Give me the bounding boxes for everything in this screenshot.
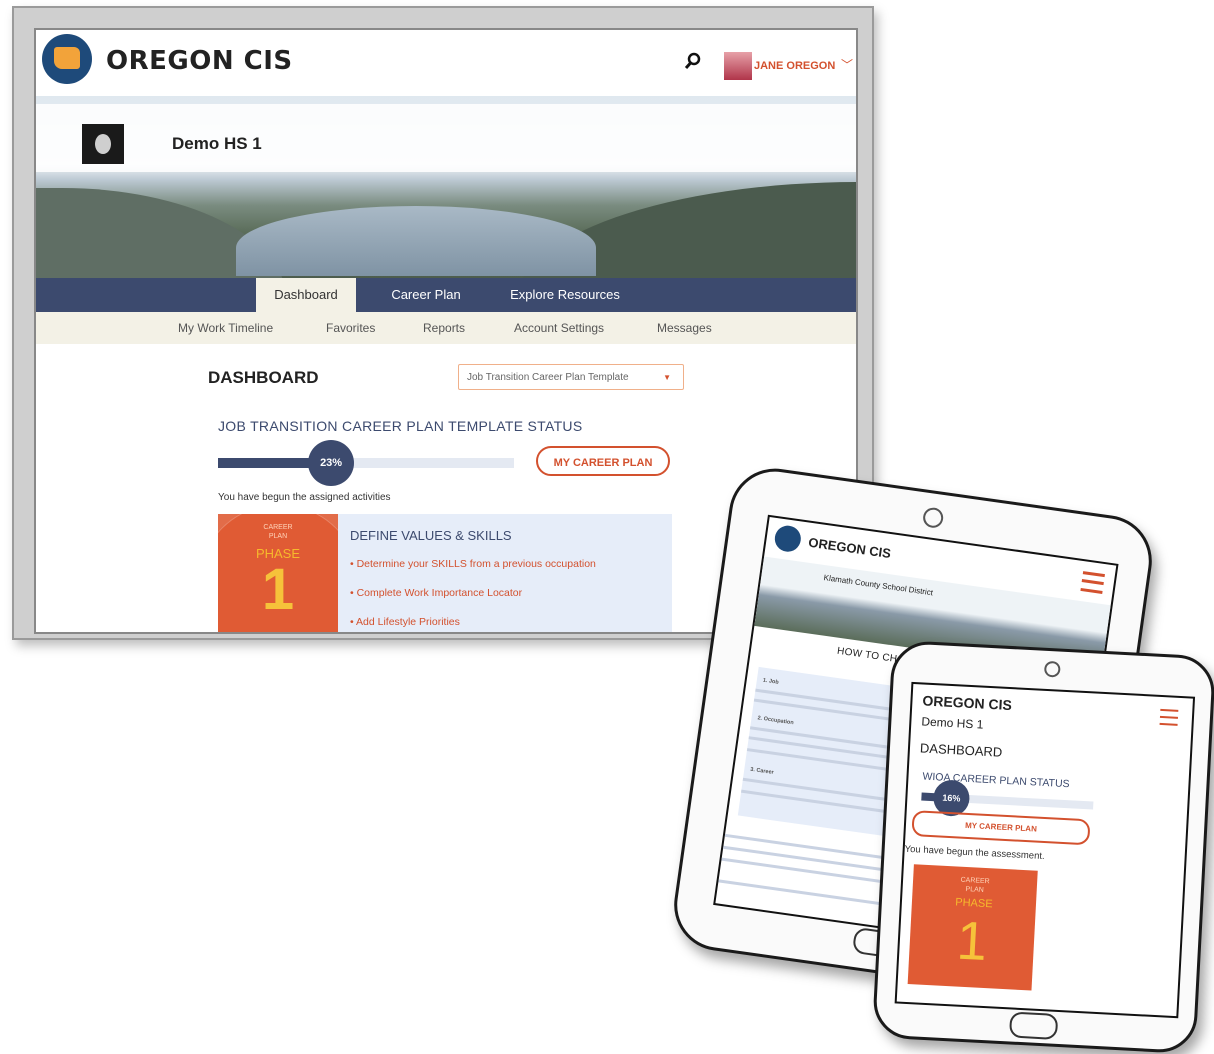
phase-label-plan: PLAN <box>268 533 288 540</box>
oregon-logo-icon[interactable] <box>773 524 803 554</box>
school-name: Demo HS 1 <box>172 134 262 153</box>
hamburger-menu-icon[interactable] <box>1080 571 1105 594</box>
brand-title[interactable]: OREGON CIS <box>106 46 293 76</box>
my-career-plan-button[interactable]: MY CAREER PLAN <box>536 446 670 476</box>
phone-small-screen: OREGON CIS Demo HS 1 DASHBOARD WIOA CARE… <box>894 681 1196 1019</box>
status-text: You have begun the assigned activities <box>218 492 391 503</box>
camera-icon <box>921 506 945 530</box>
plan-select[interactable]: Job Transition Career Plan Template ▼ <box>458 364 684 390</box>
sub-nav: My Work Timeline Favorites Reports Accou… <box>36 312 856 344</box>
top-bar: OREGON CIS JANE OREGON ﹀ <box>36 30 856 96</box>
phase-number: 1 <box>261 557 295 622</box>
school-name: Demo HS 1 <box>921 714 984 732</box>
plan-select-value: Job Transition Career Plan Template <box>467 372 629 383</box>
user-name[interactable]: JANE OREGON <box>754 60 835 72</box>
main-nav: Dashboard Career Plan Explore Resources <box>36 278 856 312</box>
phase-tile[interactable]: CAREER PLAN PHASE 1 <box>218 514 338 632</box>
phone-small: OREGON CIS Demo HS 1 DASHBOARD WIOA CARE… <box>871 639 1214 1054</box>
progress-track: 16% <box>921 779 1094 818</box>
oregon-logo-icon[interactable] <box>42 34 92 84</box>
define-title: DEFINE VALUES & SKILLS <box>350 528 512 543</box>
activity-link[interactable]: Determine your SKILLS from a previous oc… <box>350 558 596 570</box>
tab-career-plan[interactable]: Career Plan <box>372 278 480 312</box>
brand-title[interactable]: OREGON CIS <box>808 535 892 561</box>
status-text: You have begun the assessment. <box>904 843 1045 863</box>
search-icon[interactable] <box>684 52 702 70</box>
progress-track: 23% <box>218 440 514 486</box>
hero-banner: Demo HS 1 <box>36 96 856 278</box>
caret-down-icon: ▼ <box>663 373 671 382</box>
phase-number: 1 <box>955 910 989 973</box>
hamburger-menu-icon[interactable] <box>1159 708 1179 726</box>
home-button[interactable] <box>1008 1011 1059 1040</box>
tab-dashboard[interactable]: Dashboard <box>256 278 356 312</box>
subnav-reports[interactable]: Reports <box>423 312 465 344</box>
phase-tile[interactable]: CAREER PLAN PHASE 1 <box>907 864 1038 991</box>
progress-badge: 23% <box>308 440 355 486</box>
activity-link[interactable]: Add Lifestyle Priorities <box>350 616 460 628</box>
camera-icon <box>1043 660 1061 678</box>
activity-link[interactable]: Complete Work Importance Locator <box>350 587 523 599</box>
page-title: DASHBOARD <box>208 368 319 387</box>
subnav-account-settings[interactable]: Account Settings <box>514 312 604 344</box>
phase-label-career: CAREER <box>263 524 293 531</box>
subnav-my-work-timeline[interactable]: My Work Timeline <box>178 312 273 344</box>
status-title: JOB TRANSITION CAREER PLAN TEMPLATE STAT… <box>218 418 583 434</box>
chevron-down-icon[interactable]: ﹀ <box>841 56 853 73</box>
page-title: DASHBOARD <box>919 740 1003 760</box>
subnav-favorites[interactable]: Favorites <box>326 312 375 344</box>
school-logo <box>82 124 124 164</box>
avatar[interactable] <box>724 52 752 80</box>
brand-title[interactable]: OREGON CIS <box>922 692 1012 713</box>
my-career-plan-button[interactable]: MY CAREER PLAN <box>911 810 1091 846</box>
subnav-messages[interactable]: Messages <box>657 312 712 344</box>
tab-explore-resources[interactable]: Explore Resources <box>496 278 634 312</box>
